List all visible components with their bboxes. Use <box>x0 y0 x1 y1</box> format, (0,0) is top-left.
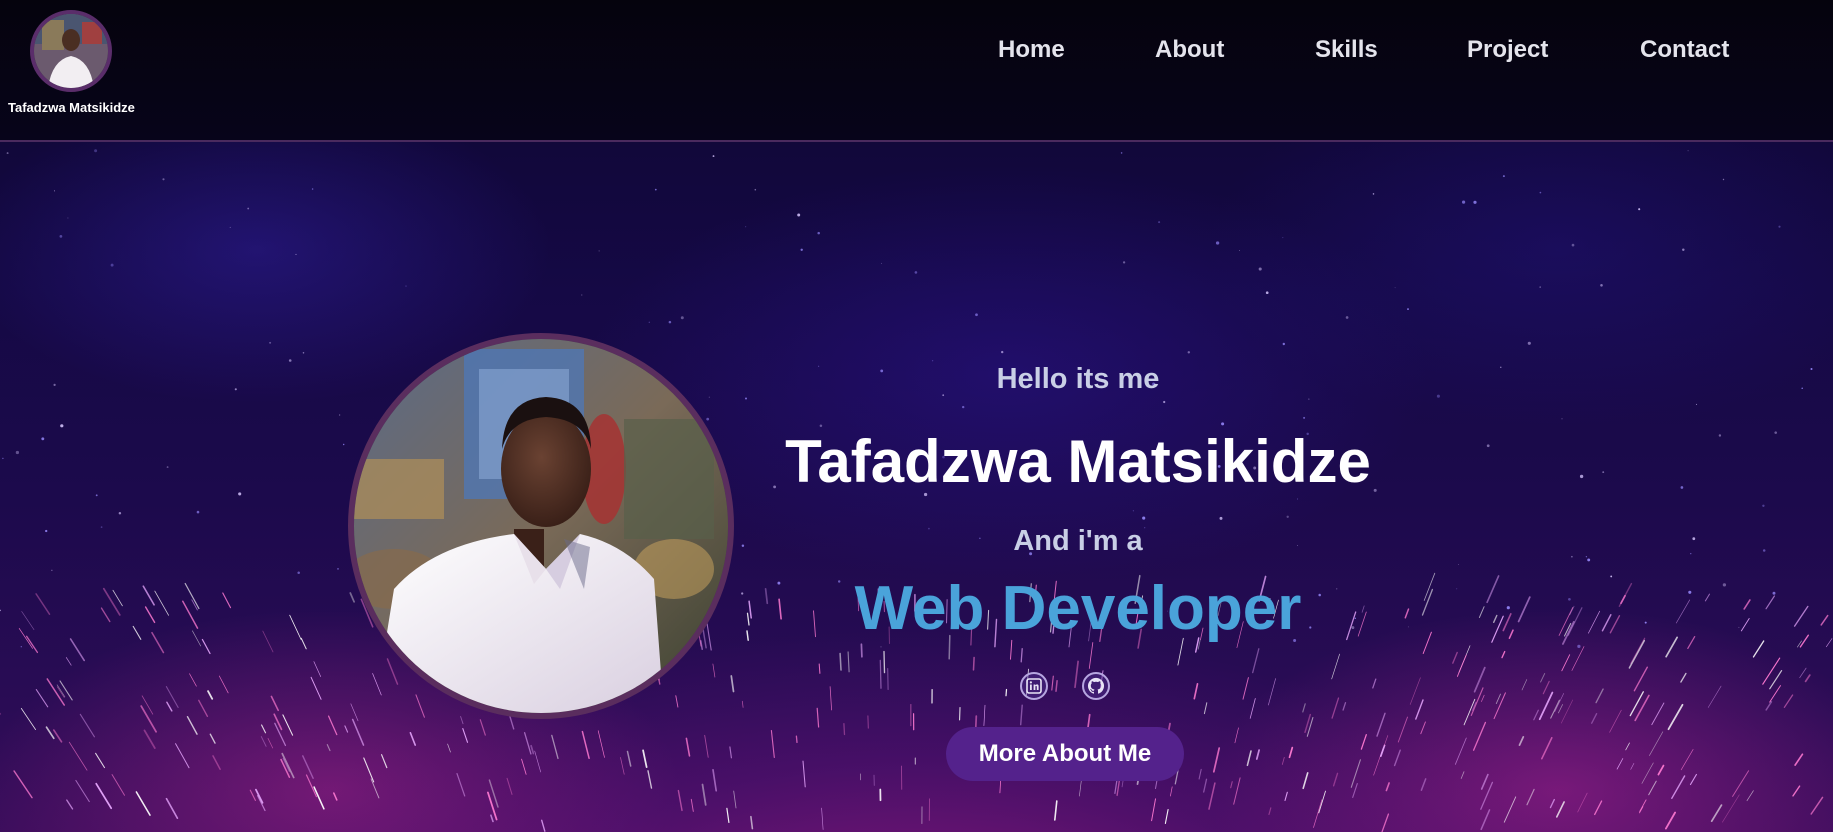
brand[interactable]: Tafadzwa Matsikidze <box>8 10 135 115</box>
hero-role: Web Developer <box>854 574 1302 643</box>
more-about-me-button[interactable]: More About Me <box>946 727 1184 781</box>
github-icon <box>1087 677 1105 694</box>
hero-photo <box>348 333 734 719</box>
navbar: Tafadzwa Matsikidze Home About Skills Pr… <box>0 0 1833 142</box>
linkedin-link[interactable] <box>1020 672 1048 700</box>
profile-photo-icon <box>34 14 108 88</box>
nav-home[interactable]: Home <box>998 36 1065 64</box>
profile-photo-icon <box>354 339 728 713</box>
nav-project[interactable]: Project <box>1467 36 1548 64</box>
hero-greeting: Hello its me <box>996 363 1160 395</box>
nav-about[interactable]: About <box>1155 36 1224 64</box>
page: Tafadzwa Matsikidze Home About Skills Pr… <box>0 0 1833 832</box>
hero-name: Tafadzwa Matsikidze <box>785 428 1371 495</box>
nav-skills[interactable]: Skills <box>1315 36 1378 64</box>
nav-contact[interactable]: Contact <box>1640 36 1729 64</box>
brand-avatar[interactable] <box>30 10 112 92</box>
hero-role-intro: And i'm a <box>1013 525 1143 557</box>
brand-name: Tafadzwa Matsikidze <box>8 100 135 115</box>
github-link[interactable] <box>1082 672 1110 700</box>
linkedin-icon <box>1026 678 1042 694</box>
